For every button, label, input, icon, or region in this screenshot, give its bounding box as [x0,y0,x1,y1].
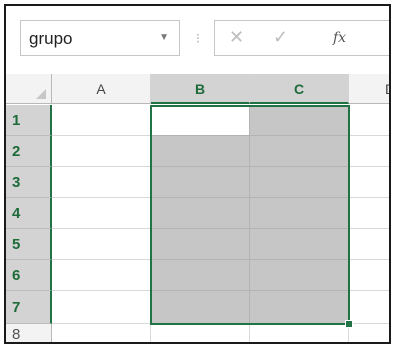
cell-b1-active[interactable] [151,105,250,136]
cell-c4[interactable] [250,198,349,229]
cell-b5[interactable] [151,229,250,260]
row-header-5[interactable]: 5 [6,229,52,260]
formula-separator: ⁝ [195,30,201,46]
chevron-down-icon[interactable]: ▼ [159,32,169,43]
select-all-triangle-icon [36,89,46,99]
cell-c5[interactable] [250,229,349,260]
cell-a3[interactable] [52,167,151,198]
cell-d1[interactable] [349,105,389,136]
cell-b8[interactable] [151,324,250,342]
cell-c7[interactable] [250,291,349,324]
cell-d6[interactable] [349,260,389,291]
cell-b4[interactable] [151,198,250,229]
cell-d2[interactable] [349,136,389,167]
row-header-8[interactable]: 8 [6,324,52,342]
cell-b6[interactable] [151,260,250,291]
cell-a6[interactable] [52,260,151,291]
cell-c3[interactable] [250,167,349,198]
cell-a1[interactable] [52,105,151,136]
check-icon[interactable]: ✓ [273,27,288,48]
row-header-4[interactable]: 4 [6,198,52,229]
cell-a8[interactable] [52,324,151,342]
cell-b3[interactable] [151,167,250,198]
cell-c6[interactable] [250,260,349,291]
cell-a2[interactable] [52,136,151,167]
cell-c1[interactable] [250,105,349,136]
cell-d7[interactable] [349,291,389,324]
row-header-7[interactable]: 7 [6,291,52,324]
name-box-value: grupo [29,29,73,48]
cell-b7[interactable] [151,291,250,324]
worksheet-grid: A B C D 1 2 3 4 5 6 7 8 [6,74,389,342]
cell-c2[interactable] [250,136,349,167]
cell-a4[interactable] [52,198,151,229]
name-box[interactable]: grupo ▼ [20,20,180,56]
function-button[interactable]: fx [333,30,346,46]
column-header-b[interactable]: B [151,74,250,104]
row-header-1[interactable]: 1 [6,105,52,136]
fill-handle[interactable] [345,320,353,328]
cell-d5[interactable] [349,229,389,260]
close-icon[interactable]: ✕ [229,27,244,48]
row-header-6[interactable]: 6 [6,260,52,291]
cell-b2[interactable] [151,136,250,167]
column-header-c[interactable]: C [250,74,349,104]
row-header-2[interactable]: 2 [6,136,52,167]
cell-d4[interactable] [349,198,389,229]
cell-a7[interactable] [52,291,151,324]
cell-d3[interactable] [349,167,389,198]
row-header-3[interactable]: 3 [6,167,52,198]
formula-bar: grupo ▼ ⁝ ✕ ✓ fx [6,6,389,74]
cell-a5[interactable] [52,229,151,260]
select-all-corner[interactable] [6,74,52,104]
spreadsheet-window: grupo ▼ ⁝ ✕ ✓ fx A B C D 1 2 3 4 5 6 7 8 [4,4,391,344]
cell-c8[interactable] [250,324,349,342]
cell-d8[interactable] [349,324,389,342]
column-header-d[interactable]: D [349,74,389,104]
column-header-a[interactable]: A [52,74,151,104]
formula-buttons: ✕ ✓ fx [214,20,389,56]
